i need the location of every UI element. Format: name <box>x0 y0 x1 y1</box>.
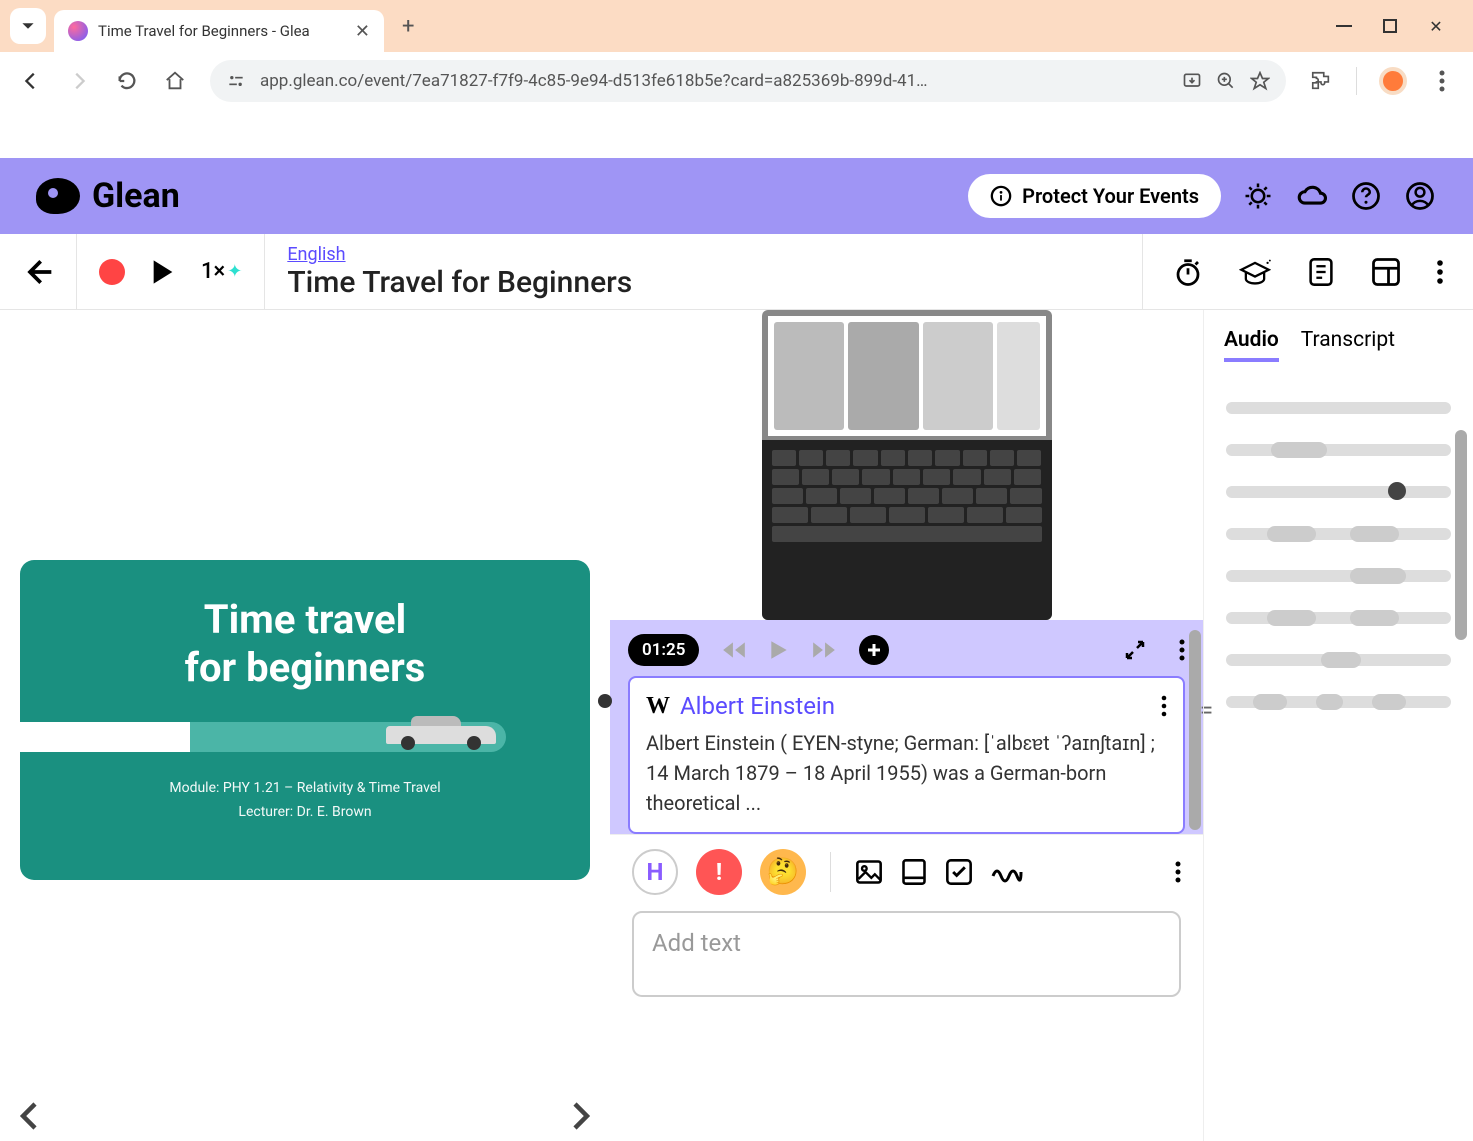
slide-card[interactable]: Time travelfor beginners Module: PHY 1.2… <box>20 560 590 880</box>
maximize-icon[interactable] <box>1381 17 1399 35</box>
compose-bar: H ! 🤔 Add text <box>610 834 1203 1011</box>
slide-module: Module: PHY 1.21 – Relativity & Time Tra… <box>44 780 566 796</box>
add-text-input[interactable]: Add text <box>632 911 1181 997</box>
slides-pane: Time travelfor beginners Module: PHY 1.2… <box>0 310 610 1141</box>
audio-timeline[interactable] <box>1224 392 1453 718</box>
slide-lecturer: Lecturer: Dr. E. Brown <box>44 804 566 820</box>
fast-forward-icon[interactable] <box>811 640 837 660</box>
info-icon <box>990 185 1012 207</box>
card-menu-icon[interactable] <box>1179 638 1185 662</box>
home-icon[interactable] <box>162 68 188 94</box>
bookmark-icon[interactable] <box>1250 71 1270 91</box>
back-button[interactable] <box>22 256 54 288</box>
reload-icon[interactable] <box>114 68 140 94</box>
card-timestamp[interactable]: 01:25 <box>628 634 699 666</box>
task-icon[interactable] <box>945 858 973 886</box>
scrollbar-thumb[interactable] <box>1189 630 1201 830</box>
tab-search-dropdown[interactable] <box>10 8 46 44</box>
image-icon[interactable] <box>855 858 883 886</box>
favicon-icon <box>68 21 88 41</box>
right-panel: Audio Transcript <box>1203 310 1473 1141</box>
scribble-icon[interactable] <box>991 860 1023 884</box>
heading-button[interactable]: H <box>632 849 678 895</box>
profile-avatar-icon[interactable] <box>1379 67 1407 95</box>
slide-illustration <box>44 712 566 772</box>
right-scrollbar-thumb[interactable] <box>1455 430 1467 640</box>
wiki-card-menu-icon[interactable] <box>1161 695 1167 717</box>
prev-slide-icon[interactable] <box>20 1101 38 1131</box>
browser-nav-bar: app.glean.co/event/7ea71827-f7f9-4c85-9e… <box>0 52 1473 110</box>
help-icon[interactable] <box>1349 179 1383 213</box>
transcription-language-link[interactable]: English <box>287 244 1120 265</box>
cloud-sync-icon[interactable] <box>1295 179 1329 213</box>
logo-mark-icon <box>36 178 80 214</box>
site-settings-icon[interactable] <box>226 71 246 91</box>
window-controls: ✕ <box>1335 17 1463 35</box>
close-window-icon[interactable]: ✕ <box>1427 17 1445 35</box>
more-menu-icon[interactable] <box>1437 259 1443 285</box>
url-text: app.glean.co/event/7ea71827-f7f9-4c85-9e… <box>260 71 1168 91</box>
address-bar[interactable]: app.glean.co/event/7ea71827-f7f9-4c85-9e… <box>210 60 1286 102</box>
browser-tab-bar: Time Travel for Beginners - Glea ✕ + ✕ <box>0 0 1473 52</box>
attached-photo[interactable] <box>762 310 1052 620</box>
browser-menu-icon[interactable] <box>1429 68 1455 94</box>
divider <box>830 852 831 892</box>
add-card-icon[interactable] <box>859 635 889 665</box>
sparkle-icon: ✦ <box>227 261 242 282</box>
event-title: Time Travel for Beginners <box>287 265 1120 300</box>
expand-icon[interactable] <box>1123 638 1147 662</box>
playback-speed-button[interactable]: 1×✦ <box>201 259 242 284</box>
back-icon[interactable] <box>18 68 44 94</box>
record-button[interactable] <box>99 259 125 285</box>
protect-label: Protect Your Events <box>1022 184 1199 208</box>
play-button[interactable] <box>151 258 175 286</box>
rewind-icon[interactable] <box>721 640 747 660</box>
next-slide-icon[interactable] <box>572 1101 590 1131</box>
minimize-icon[interactable] <box>1335 17 1353 35</box>
layout-icon[interactable] <box>1371 257 1401 287</box>
wikipedia-card[interactable]: W Albert Einstein Albert Einstein ( EYEN… <box>628 676 1185 834</box>
wikipedia-icon: W <box>646 693 670 720</box>
card-play-icon[interactable] <box>769 639 789 661</box>
browser-tab[interactable]: Time Travel for Beginners - Glea ✕ <box>54 10 384 52</box>
compose-menu-icon[interactable] <box>1175 860 1181 884</box>
timer-icon[interactable] <box>1173 257 1203 287</box>
review-button[interactable]: 🤔 <box>760 849 806 895</box>
logo-text: Glean <box>92 176 180 216</box>
tab-audio[interactable]: Audio <box>1224 328 1279 362</box>
close-tab-icon[interactable]: ✕ <box>355 21 370 42</box>
forward-icon[interactable] <box>66 68 92 94</box>
protect-events-button[interactable]: Protect Your Events <box>968 174 1221 218</box>
tab-title: Time Travel for Beginners - Glea <box>98 22 345 40</box>
extensions-icon[interactable] <box>1308 68 1334 94</box>
account-icon[interactable] <box>1403 179 1437 213</box>
install-app-icon[interactable] <box>1182 71 1202 91</box>
card-marker-icon <box>598 694 612 708</box>
slide-title: Time travelfor beginners <box>44 596 566 692</box>
study-icon[interactable] <box>1239 257 1271 287</box>
event-toolbar: 1×✦ English Time Travel for Beginners <box>0 234 1473 310</box>
new-tab-button[interactable]: + <box>392 14 424 39</box>
important-button[interactable]: ! <box>696 849 742 895</box>
notes-pane: 01:25 = W Albert Einstein Albert Eins <box>610 310 1203 1141</box>
book-icon[interactable] <box>901 858 927 886</box>
notes-icon[interactable] <box>1307 257 1335 287</box>
zoom-icon[interactable] <box>1216 71 1236 91</box>
glean-logo[interactable]: Glean <box>36 176 180 216</box>
wiki-title-link[interactable]: Albert Einstein <box>680 692 835 720</box>
tab-transcript[interactable]: Transcript <box>1301 328 1395 362</box>
theme-icon[interactable] <box>1241 179 1275 213</box>
wiki-body-text: Albert Einstein ( EYEN-styne; German: [ˈ… <box>646 728 1167 818</box>
app-header: Glean Protect Your Events <box>0 158 1473 234</box>
